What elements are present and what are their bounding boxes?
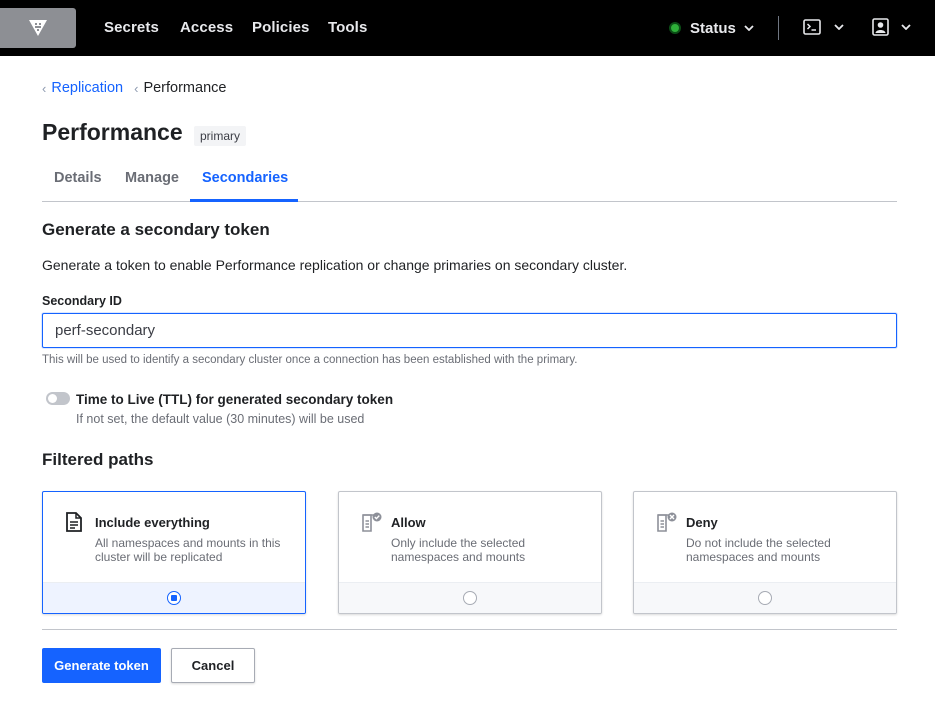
- chevron-down-icon: [901, 24, 911, 30]
- status-indicator-icon: [669, 22, 681, 34]
- vault-logo-icon: [29, 20, 47, 36]
- filtered-paths-title: Filtered paths: [42, 450, 154, 469]
- secondary-id-label: Secondary ID: [42, 294, 122, 308]
- tab-manage[interactable]: Manage: [125, 170, 179, 186]
- option-radio[interactable]: [463, 591, 477, 605]
- cancel-button[interactable]: Cancel: [171, 648, 255, 683]
- user-menu-button[interactable]: [872, 18, 911, 36]
- file-text-icon: [66, 512, 82, 532]
- user-icon: [872, 18, 889, 36]
- option-footer: [43, 582, 305, 613]
- chevron-down-icon: [744, 25, 754, 31]
- nav-tools-link[interactable]: Tools: [328, 19, 367, 36]
- option-footer: [339, 582, 601, 613]
- ttl-help: If not set, the default value (30 minute…: [76, 412, 365, 426]
- option-title: Include everything: [95, 515, 210, 530]
- option-title: Allow: [391, 515, 426, 530]
- form-divider: [42, 629, 897, 630]
- breadcrumb-replication-link[interactable]: Replication: [51, 80, 123, 96]
- file-check-icon: [362, 512, 382, 532]
- page-title: Performance: [42, 119, 183, 145]
- nav-divider: [778, 16, 779, 40]
- option-radio[interactable]: [758, 591, 772, 605]
- chevron-down-icon: [834, 24, 844, 30]
- breadcrumb-current: Performance: [143, 80, 227, 96]
- option-description: All namespaces and mounts in this cluste…: [95, 536, 281, 564]
- status-label: Status: [690, 19, 736, 37]
- ttl-toggle-label[interactable]: Time to Live (TTL) for generated seconda…: [76, 392, 393, 407]
- ttl-toggle[interactable]: [46, 392, 70, 405]
- nav-secrets-link[interactable]: Secrets: [104, 19, 159, 36]
- primary-badge: primary: [194, 126, 247, 146]
- active-tab-indicator: [190, 199, 298, 202]
- breadcrumb: ‹ Replication ‹ Performance: [42, 80, 226, 96]
- option-card-deny[interactable]: Deny Do not include the selected namespa…: [633, 491, 897, 614]
- option-footer: [634, 582, 896, 613]
- file-x-icon: [657, 512, 677, 532]
- section-title: Generate a secondary token: [42, 220, 270, 239]
- chevron-left-icon: ‹: [42, 80, 47, 96]
- tab-secondaries[interactable]: Secondaries: [202, 170, 288, 186]
- section-description: Generate a token to enable Performance r…: [42, 257, 628, 273]
- terminal-icon: [803, 19, 821, 35]
- secondary-id-help: This will be used to identify a secondar…: [42, 354, 578, 366]
- option-title: Deny: [686, 515, 718, 530]
- option-description: Do not include the selected namespaces a…: [686, 536, 831, 564]
- generate-token-button[interactable]: Generate token: [42, 648, 161, 683]
- chevron-left-icon: ‹: [134, 80, 139, 96]
- secondary-id-input[interactable]: [42, 313, 897, 348]
- status-menu[interactable]: Status: [669, 19, 754, 37]
- tab-bar: Details Manage Secondaries: [42, 160, 897, 202]
- top-nav: Secrets Access Policies Tools Status: [0, 0, 935, 56]
- vault-logo-button[interactable]: [0, 8, 76, 48]
- nav-policies-link[interactable]: Policies: [252, 19, 310, 36]
- option-radio[interactable]: [167, 591, 181, 605]
- toggle-knob: [48, 394, 57, 403]
- console-menu-button[interactable]: [803, 19, 844, 35]
- option-card-include-everything[interactable]: Include everything All namespaces and mo…: [42, 491, 306, 614]
- tab-details[interactable]: Details: [54, 170, 102, 186]
- option-description: Only include the selected namespaces and…: [391, 536, 526, 564]
- option-card-allow[interactable]: Allow Only include the selected namespac…: [338, 491, 602, 614]
- nav-access-link[interactable]: Access: [180, 19, 233, 36]
